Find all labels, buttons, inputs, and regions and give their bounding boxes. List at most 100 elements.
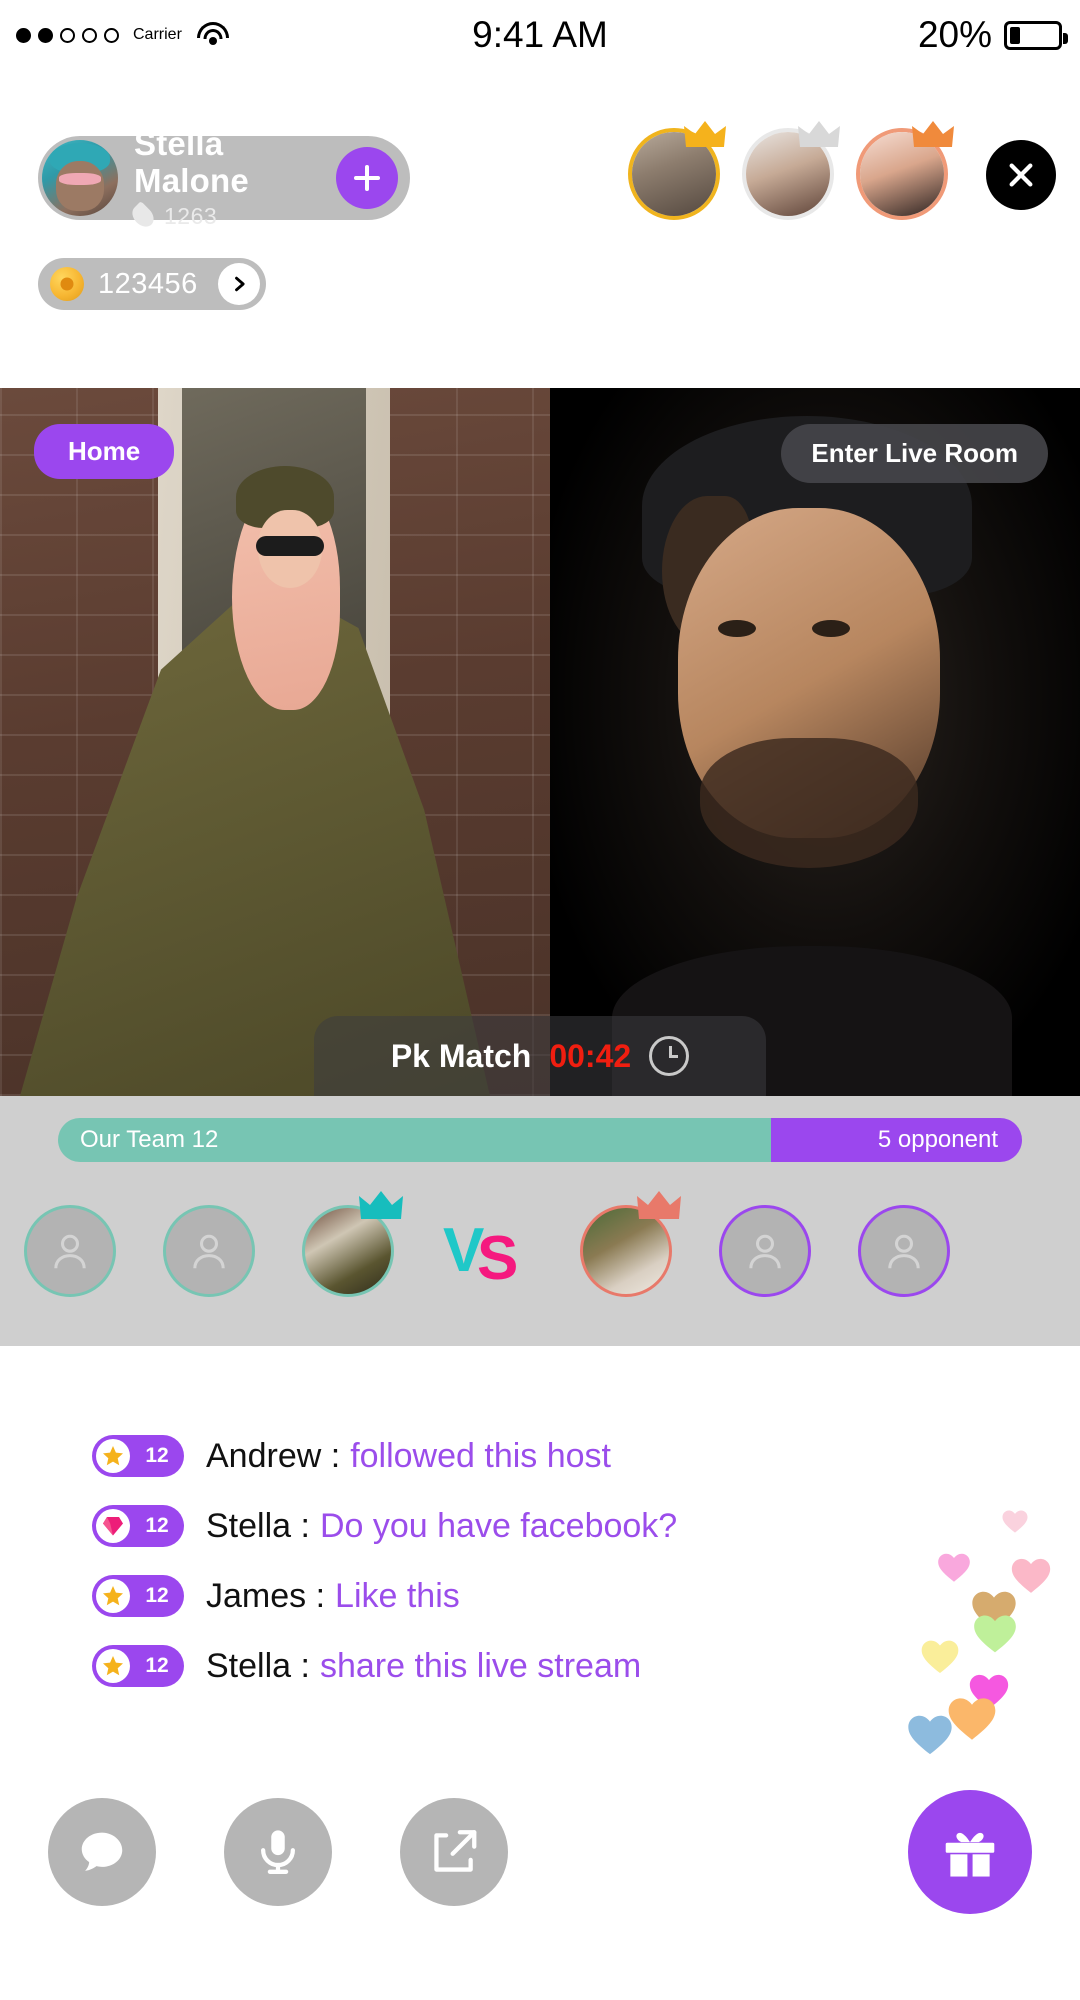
heart-icon: [908, 1715, 952, 1755]
status-badge: 12: [92, 1505, 184, 1547]
chat-message-list: 12 Andrew : followed this host 12 Stella…: [92, 1432, 852, 1712]
flame-icon: [128, 201, 158, 232]
team-slot-2[interactable]: [139, 1205, 278, 1297]
chat-username: James :: [206, 1576, 326, 1615]
person-placeholder-icon: [53, 1234, 86, 1269]
host-video-stream[interactable]: Home: [0, 388, 550, 1096]
room-id-pill[interactable]: 123456: [38, 258, 266, 310]
level-value: 12: [145, 1514, 169, 1537]
heat-count: 1263: [164, 202, 218, 229]
carrier-label: Carrier: [133, 26, 182, 43]
signal-strength-icon: [16, 27, 119, 43]
person-placeholder-icon: [887, 1234, 920, 1269]
viewer-avatar-1[interactable]: [628, 121, 726, 220]
clock-icon: [649, 1036, 690, 1076]
team-leader[interactable]: [278, 1191, 417, 1297]
opponent-leader[interactable]: [556, 1191, 695, 1297]
chevron-right-icon[interactable]: [217, 263, 260, 305]
enter-live-room-button[interactable]: Enter Live Room: [781, 424, 1048, 483]
person-placeholder-icon: [748, 1234, 781, 1269]
status-badge: 12: [92, 1435, 184, 1477]
level-value: 12: [145, 1654, 169, 1677]
chat-text: followed this host: [350, 1436, 611, 1475]
crown-icon-bronze: [912, 121, 954, 147]
status-bar-right: 20%: [917, 14, 1068, 56]
viewer-list: [628, 121, 954, 220]
pk-battle-panel: Our Team 12 5 opponent V S: [0, 1096, 1080, 1346]
list-item[interactable]: 12 Andrew : followed this host: [92, 1432, 852, 1480]
list-item[interactable]: 12 Stella : share this live stream: [92, 1642, 852, 1690]
pk-team-row: V S: [0, 1186, 1080, 1316]
microphone-icon: [261, 1830, 295, 1874]
team-score-segment: Our Team 12: [58, 1118, 772, 1162]
status-badge: 12: [92, 1575, 184, 1617]
level-value: 12: [145, 1584, 169, 1607]
team-slot-1[interactable]: [0, 1205, 139, 1297]
host-heat: 1263: [128, 201, 336, 232]
video-split-area: Home Enter Live Room Pk Match 00:42: [0, 388, 1080, 1096]
opponent-score-segment: 5 opponent: [771, 1118, 1022, 1162]
crown-icon-gold: [684, 121, 726, 147]
share-icon: [434, 1830, 477, 1872]
star-icon: [96, 1579, 130, 1613]
star-icon: [96, 1439, 130, 1473]
live-stream-screen: Carrier 9:41 AM 20% Stella Malone 1263 1…: [0, 0, 1080, 2000]
mic-button[interactable]: [224, 1798, 332, 1906]
host-profile-pill[interactable]: Stella Malone 1263: [38, 126, 410, 232]
pk-match-timer: Pk Match 00:42: [314, 1016, 766, 1096]
chat-username: Andrew :: [206, 1436, 341, 1475]
host-name: Stella Malone: [134, 125, 249, 199]
chat-username: Stella :: [206, 1506, 310, 1545]
level-value: 12: [145, 1444, 169, 1467]
chat-button[interactable]: [48, 1798, 156, 1906]
bottom-toolbar: [0, 1790, 1080, 1920]
status-bar-time: 9:41 AM: [472, 14, 608, 55]
list-item[interactable]: 12 James : Like this: [92, 1572, 852, 1620]
crown-icon-opponent: [636, 1191, 681, 1219]
opponent-slot-2[interactable]: [695, 1205, 834, 1297]
viewer-avatar-3[interactable]: [856, 121, 954, 220]
opponent-video-stream[interactable]: Enter Live Room: [550, 388, 1080, 1096]
chat-text: Do you have facebook?: [319, 1506, 678, 1545]
battery-icon: [1004, 20, 1068, 50]
crown-icon-silver: [798, 121, 840, 147]
chat-bubble-icon: [81, 1832, 123, 1871]
svg-text:S: S: [477, 1224, 518, 1287]
close-button[interactable]: [986, 140, 1056, 210]
heart-icon: [974, 1615, 1016, 1653]
viewer-avatar-2[interactable]: [742, 121, 840, 220]
list-item[interactable]: 12 Stella : Do you have facebook?: [92, 1502, 852, 1550]
wifi-icon: [196, 22, 230, 48]
opponent-score-label: 5 opponent: [877, 1126, 998, 1153]
close-icon: [1009, 163, 1033, 187]
floating-hearts-animation: [880, 1500, 1080, 1790]
follow-button[interactable]: [336, 147, 398, 209]
chat-text: share this live stream: [319, 1646, 642, 1685]
avatar: [42, 140, 118, 216]
opponent-slot-3[interactable]: [834, 1205, 973, 1297]
chat-username: Stella :: [206, 1646, 310, 1685]
home-badge[interactable]: Home: [34, 424, 175, 479]
gift-icon: [945, 1832, 995, 1877]
crown-icon-team: [358, 1191, 403, 1219]
gift-button[interactable]: [908, 1790, 1032, 1914]
status-badge: 12: [92, 1645, 184, 1687]
host-info: Stella Malone 1263: [128, 125, 336, 232]
diamond-icon: [96, 1509, 130, 1543]
battery-percent-label: 20%: [917, 14, 992, 55]
share-button[interactable]: [400, 1798, 508, 1906]
heart-icon: [921, 1640, 959, 1674]
status-bar-left: Carrier: [16, 22, 230, 48]
heart-icon: [1002, 1510, 1028, 1533]
team-score-label: Our Team 12: [80, 1126, 219, 1153]
chat-text: Like this: [335, 1576, 460, 1615]
room-id-value: 123456: [98, 267, 198, 300]
person-placeholder-icon: [192, 1234, 225, 1269]
heart-icon: [938, 1553, 970, 1582]
status-bar: Carrier 9:41 AM 20%: [0, 0, 1080, 70]
pk-score-bar: Our Team 12 5 opponent: [58, 1118, 1022, 1162]
coin-icon: [50, 267, 84, 301]
pk-match-time: 00:42: [549, 1037, 632, 1074]
pk-match-label: Pk Match: [390, 1037, 532, 1074]
star-icon: [96, 1649, 130, 1683]
